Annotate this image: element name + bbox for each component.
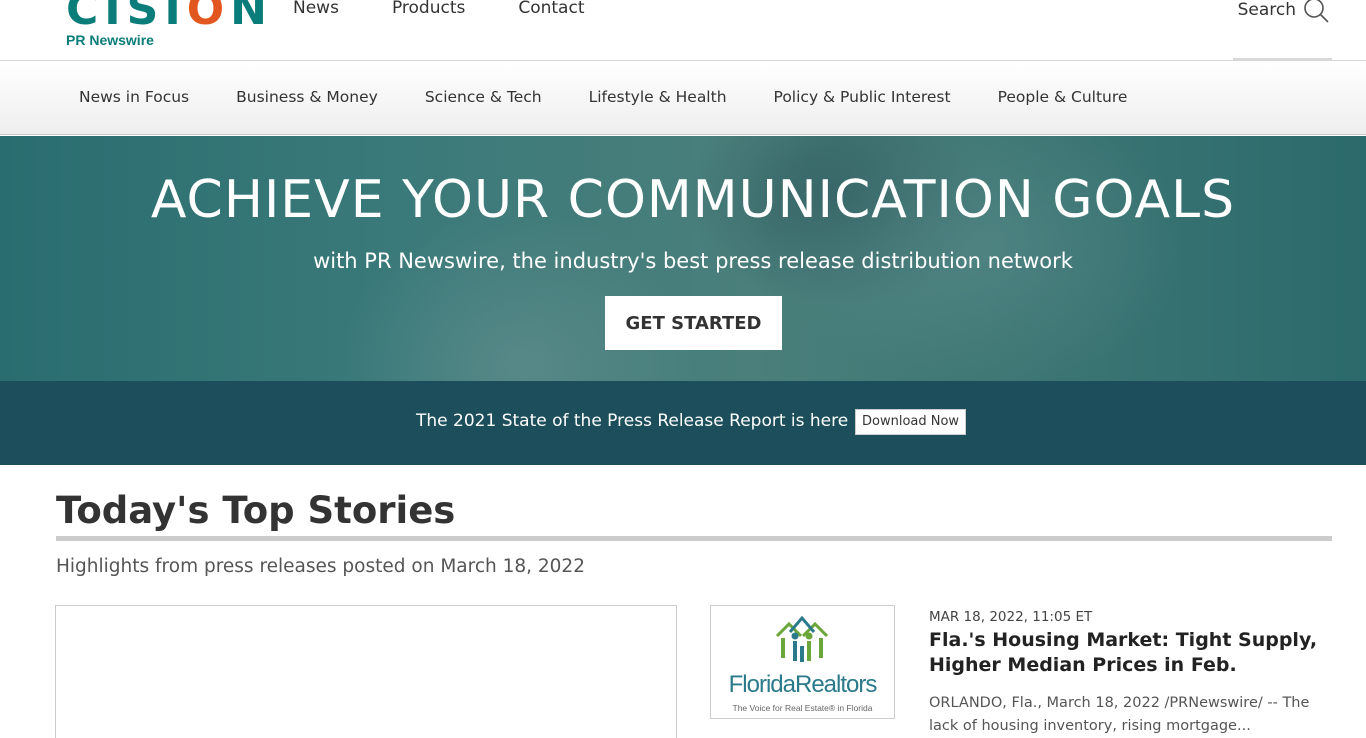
hero-title: ACHIEVE YOUR COMMUNICATION GOALS bbox=[150, 170, 1236, 230]
logo-wordmark: CISION bbox=[66, 0, 273, 35]
top-stories-heading: Today's Top Stories bbox=[56, 489, 456, 532]
report-banner: The 2021 State of the Press Release Repo… bbox=[0, 381, 1366, 465]
search-label: Search bbox=[1237, 0, 1296, 20]
florida-realtors-tagline: The Voice for Real Estate® in Florida bbox=[732, 703, 873, 713]
report-banner-text: The 2021 State of the Press Release Repo… bbox=[416, 411, 849, 431]
category-lifestyle-health[interactable]: Lifestyle & Health bbox=[589, 86, 727, 108]
logo-subtitle: PR Newswire bbox=[66, 32, 154, 48]
story-date: MAR 18, 2022, 11:05 ET bbox=[929, 609, 1093, 625]
top-stories-divider bbox=[56, 536, 1332, 541]
search-toggle[interactable]: Search bbox=[1238, 0, 1330, 24]
story-thumbnail[interactable]: FloridaRealtors The Voice for Real Estat… bbox=[710, 605, 895, 719]
category-people-culture[interactable]: People & Culture bbox=[998, 86, 1128, 108]
search-icon bbox=[1304, 0, 1329, 23]
get-started-button[interactable]: GET STARTED bbox=[605, 296, 782, 350]
main-nav: News Products Contact bbox=[293, 0, 637, 20]
category-policy-public-interest[interactable]: Policy & Public Interest bbox=[774, 86, 951, 108]
houses-people-icon bbox=[775, 615, 829, 662]
cision-logo[interactable]: CISION PR Newswire bbox=[66, 0, 267, 54]
nav-products[interactable]: Products bbox=[392, 0, 465, 20]
download-now-button[interactable]: Download Now bbox=[855, 409, 967, 435]
nav-contact[interactable]: Contact bbox=[518, 0, 584, 20]
category-business-money[interactable]: Business & Money bbox=[236, 86, 378, 108]
story-summary: ORLANDO, Fla., March 18, 2022 /PRNewswir… bbox=[929, 695, 1310, 734]
category-nav: News in Focus Business & Money Science &… bbox=[0, 62, 1366, 135]
story-headline-link[interactable]: Fla.'s Housing Market: Tight Supply, Hig… bbox=[929, 628, 1329, 678]
category-news-in-focus[interactable]: News in Focus bbox=[79, 86, 189, 108]
nav-news[interactable]: News bbox=[293, 0, 339, 20]
featured-story-image[interactable] bbox=[55, 605, 677, 738]
florida-realtors-logo-text: FloridaRealtors bbox=[728, 671, 878, 698]
top-header: CISION PR Newswire News Products Contact… bbox=[0, 0, 1366, 61]
top-stories-subtitle: Highlights from press releases posted on… bbox=[56, 556, 585, 577]
category-science-tech[interactable]: Science & Tech bbox=[425, 86, 542, 108]
hero-subtitle: with PR Newswire, the industry's best pr… bbox=[313, 249, 1073, 273]
hero-banner: ACHIEVE YOUR COMMUNICATION GOALS with PR… bbox=[0, 136, 1366, 381]
search-underline bbox=[1233, 58, 1332, 61]
